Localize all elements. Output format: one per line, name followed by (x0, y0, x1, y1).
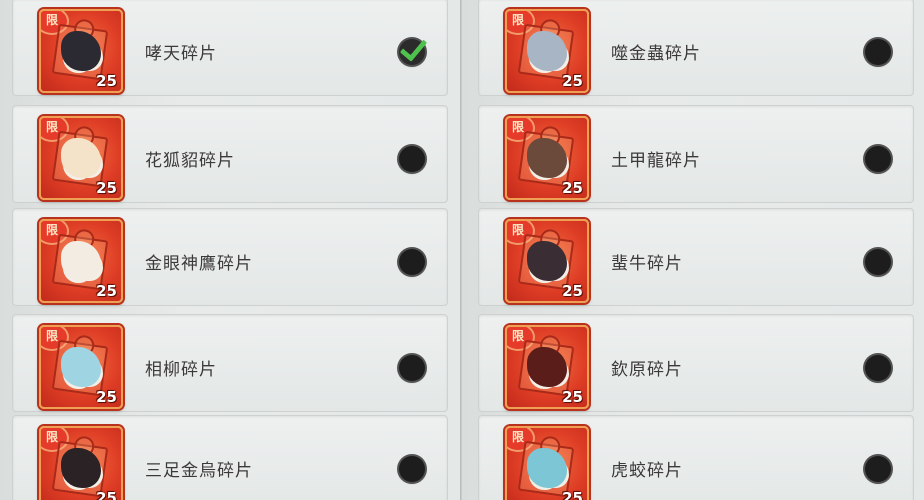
fragment-card: 限 25 (39, 116, 123, 200)
fragment-card: 限 25 (39, 325, 123, 409)
fragment-row-4[interactable]: 限 25 欽原碎片 (478, 314, 914, 412)
radio-dot-icon[interactable] (399, 456, 425, 482)
right-fragment-list: 限 25 噬金蟲碎片 限 25 土甲龍碎片 限 25 蜚牛碎片 限 25 欽原碎… (462, 0, 924, 500)
fragment-count: 25 (96, 282, 117, 300)
fragment-count: 25 (562, 72, 583, 90)
fragment-card: 限 25 (505, 426, 589, 500)
fragment-row-2[interactable]: 限 25 土甲龍碎片 (478, 105, 914, 203)
radio-dot-icon[interactable] (865, 39, 891, 65)
fragment-count: 25 (562, 489, 583, 500)
fragment-name: 金眼神鷹碎片 (145, 254, 253, 274)
fragment-name: 三足金烏碎片 (145, 461, 253, 481)
fragment-row-3[interactable]: 限 25 金眼神鷹碎片 (12, 208, 448, 306)
fragment-card: 限 25 (39, 219, 123, 303)
fragment-card: 限 25 (505, 325, 589, 409)
fragment-count: 25 (96, 388, 117, 406)
fragment-name: 噬金蟲碎片 (611, 44, 701, 64)
fragment-count: 25 (96, 489, 117, 500)
fragment-card: 限 25 (505, 9, 589, 93)
fragment-row-3[interactable]: 限 25 蜚牛碎片 (478, 208, 914, 306)
radio-dot-icon[interactable] (865, 456, 891, 482)
left-fragment-list: 限 25 哮天碎片 限 25 花狐貂碎片 限 25 金眼神鷹碎片 限 25 相柳… (0, 0, 462, 500)
fragment-card: 限 25 (39, 426, 123, 500)
fragment-name: 哮天碎片 (145, 44, 217, 64)
fragment-name: 蜚牛碎片 (611, 254, 683, 274)
fragment-count: 25 (562, 179, 583, 197)
fragment-row-5[interactable]: 限 25 三足金烏碎片 (12, 415, 448, 500)
checkmark-icon[interactable] (399, 39, 425, 65)
radio-dot-icon[interactable] (865, 146, 891, 172)
fragment-name: 相柳碎片 (145, 360, 217, 380)
radio-dot-icon[interactable] (399, 249, 425, 275)
fragment-card: 限 25 (39, 9, 123, 93)
radio-dot-icon[interactable] (865, 355, 891, 381)
fragment-name: 欽原碎片 (611, 360, 683, 380)
fragment-card: 限 25 (505, 219, 589, 303)
radio-dot-icon[interactable] (399, 355, 425, 381)
fragment-row-5[interactable]: 限 25 虎蛟碎片 (478, 415, 914, 500)
fragment-row-4[interactable]: 限 25 相柳碎片 (12, 314, 448, 412)
fragment-count: 25 (562, 388, 583, 406)
fragment-row-1[interactable]: 限 25 噬金蟲碎片 (478, 0, 914, 96)
fragment-card: 限 25 (505, 116, 589, 200)
fragment-row-2[interactable]: 限 25 花狐貂碎片 (12, 105, 448, 203)
fragment-name: 土甲龍碎片 (611, 151, 701, 171)
radio-dot-icon[interactable] (865, 249, 891, 275)
fragment-count: 25 (96, 179, 117, 197)
fragment-count: 25 (96, 72, 117, 90)
fragment-row-1[interactable]: 限 25 哮天碎片 (12, 0, 448, 96)
fragment-count: 25 (562, 282, 583, 300)
fragment-name: 虎蛟碎片 (611, 461, 683, 481)
radio-dot-icon[interactable] (399, 146, 425, 172)
fragment-name: 花狐貂碎片 (145, 151, 235, 171)
